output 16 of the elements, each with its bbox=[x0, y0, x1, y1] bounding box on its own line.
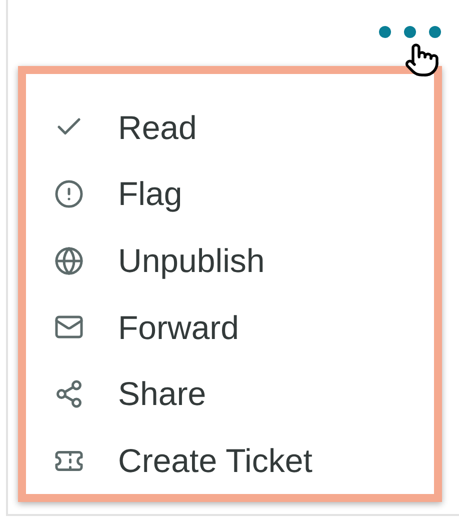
more-options-icon[interactable] bbox=[379, 26, 441, 38]
menu-item-label: Flag bbox=[118, 174, 182, 214]
menu-item[interactable]: Flag bbox=[54, 160, 434, 228]
exclamation-circle-icon bbox=[54, 179, 84, 209]
menu-item[interactable]: Forward bbox=[54, 294, 434, 361]
menu-item-label: Forward bbox=[118, 308, 240, 348]
share-icon bbox=[54, 379, 84, 410]
menu-item-label: Create Ticket bbox=[118, 440, 312, 481]
menu-item[interactable]: Read bbox=[54, 94, 434, 161]
menu-item[interactable]: Unpublish bbox=[54, 227, 434, 294]
globe-icon bbox=[54, 246, 84, 276]
menu-item[interactable]: Create Ticket bbox=[54, 427, 434, 494]
menu-item-label: Read bbox=[118, 108, 197, 148]
menu-item-label: Share bbox=[118, 374, 206, 414]
menu-item[interactable]: Share bbox=[54, 360, 434, 428]
menu-item-label: Unpublish bbox=[118, 240, 265, 281]
